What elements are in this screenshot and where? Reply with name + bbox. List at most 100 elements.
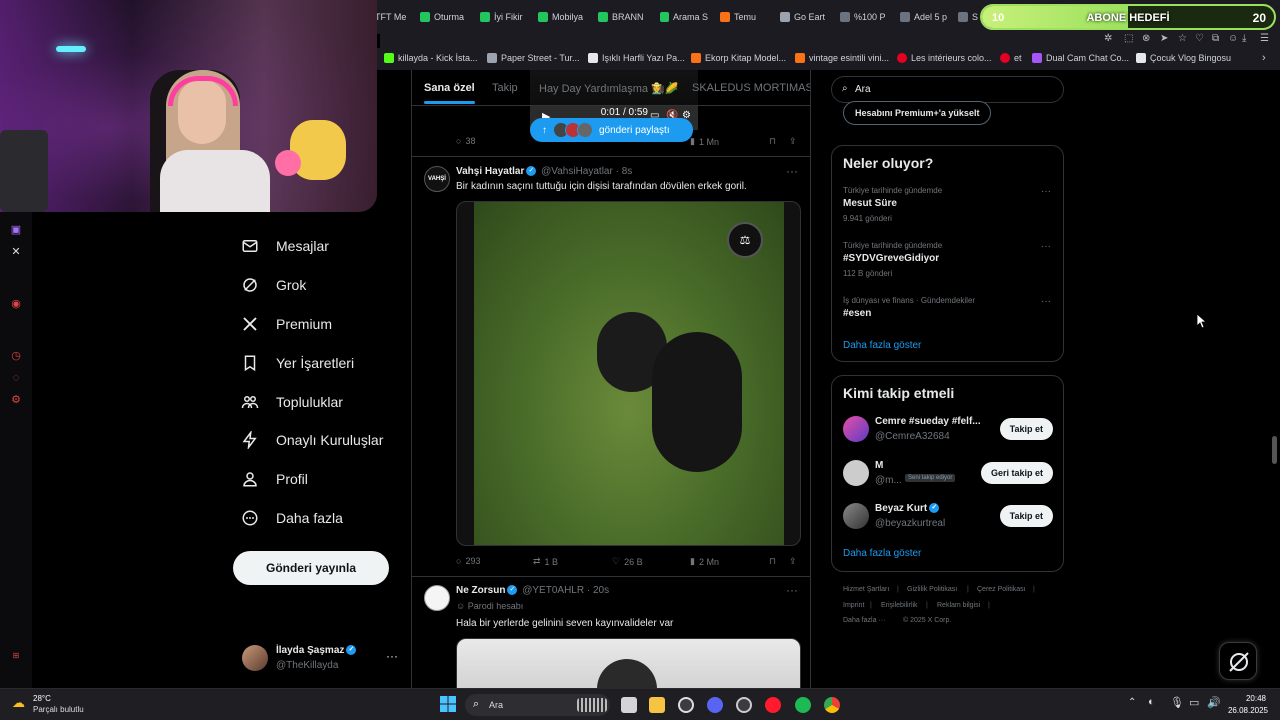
- browser-tab[interactable]: Mobilya: [538, 8, 586, 26]
- taskbar-search[interactable]: ⌕ Ara: [465, 694, 610, 716]
- twitch-icon[interactable]: ▣: [10, 224, 22, 236]
- more-dots-icon[interactable]: ···: [1041, 186, 1051, 197]
- bookmark-item[interactable]: Paper Street - Tur...: [487, 53, 580, 63]
- clock-time[interactable]: 20:48: [1236, 694, 1266, 703]
- show-more-link[interactable]: Daha fazla göster: [843, 548, 921, 559]
- show-more-link[interactable]: Daha fazla göster: [843, 340, 921, 351]
- account-switcher[interactable]: İlayda Şaşmaz ✓ @TheKillayda ···: [242, 643, 402, 675]
- footer-link[interactable]: Imprint: [843, 602, 864, 609]
- tab-following[interactable]: Takip: [492, 82, 518, 94]
- bookmark-item[interactable]: et: [1000, 53, 1022, 63]
- screenshot-icon[interactable]: ⬚: [1124, 33, 1133, 44]
- footer-link[interactable]: Reklam bilgisi: [937, 602, 980, 609]
- spotify-icon[interactable]: [795, 697, 811, 713]
- bookmark-item[interactable]: killayda - Kick İsta...: [384, 53, 478, 63]
- grid-icon[interactable]: ⊞: [10, 650, 22, 662]
- more-dots-icon[interactable]: ···: [786, 164, 798, 178]
- search-input[interactable]: ⌕ Ara: [831, 76, 1064, 103]
- chrome-icon[interactable]: [824, 697, 840, 713]
- footer-link[interactable]: Erişilebilirlik: [881, 602, 918, 609]
- file-explorer-icon[interactable]: [649, 697, 665, 713]
- network-icon[interactable]: ◐: [1148, 696, 1155, 708]
- page-scrollbar[interactable]: [1272, 436, 1277, 464]
- browser-tab[interactable]: Arama S: [660, 8, 708, 26]
- tab-skaledus[interactable]: SKALEDUS MORTIMAS: [692, 82, 810, 94]
- settings-gear-icon[interactable]: [678, 697, 694, 713]
- follow-button[interactable]: Takip et: [999, 505, 1053, 527]
- menu-icon[interactable]: ☰: [1260, 33, 1269, 44]
- record-icon[interactable]: ◉: [10, 298, 22, 310]
- settings-gear-icon[interactable]: ⚙: [10, 394, 22, 406]
- chat-icon[interactable]: ◌: [10, 372, 22, 384]
- bookmark-button[interactable]: ⊓: [769, 136, 776, 147]
- views-button[interactable]: ▮ 2 Mn: [690, 556, 719, 567]
- opera-icon[interactable]: [765, 697, 781, 713]
- browser-tab[interactable]: İyi Fikir: [480, 8, 528, 26]
- windows-start-icon[interactable]: [440, 696, 456, 712]
- premium-upgrade-button[interactable]: Hesabını Premium+'a yükselt: [843, 101, 992, 125]
- sidebar-item-bookmarks[interactable]: Yer İşaretleri: [240, 349, 354, 377]
- tweet-image[interactable]: [456, 638, 801, 688]
- puzzle-icon[interactable]: ⧉: [1212, 33, 1219, 44]
- like-button[interactable]: ♡ 26 B: [612, 556, 643, 567]
- sidebar-item-messages[interactable]: Mesajlar: [240, 232, 329, 260]
- footer-link[interactable]: Gizlilik Politikası: [907, 586, 957, 593]
- bookmark-item[interactable]: Les intérieurs colo...: [897, 53, 992, 63]
- microphone-icon[interactable]: 🎙: [1170, 696, 1184, 709]
- avatar[interactable]: VAHŞİ: [424, 166, 450, 192]
- more-dots-icon[interactable]: ···: [1041, 296, 1051, 307]
- bookmark-item[interactable]: vintage esintili vini...: [795, 53, 889, 63]
- send-icon[interactable]: ➤: [1160, 33, 1168, 44]
- bookmark-button[interactable]: ⊓: [769, 556, 776, 567]
- profile-icon[interactable]: ☺: [1228, 33, 1238, 44]
- close-circle-icon[interactable]: ⊗: [1142, 33, 1150, 44]
- x-logo-icon[interactable]: ✕: [10, 246, 22, 258]
- tweet-author-handle[interactable]: @YET0AHLR · 20s: [522, 585, 609, 596]
- footer-link[interactable]: Çerez Politikası: [977, 586, 1026, 593]
- bookmark-star-icon[interactable]: ☆: [1178, 33, 1187, 44]
- volume-icon[interactable]: 🔊: [1207, 696, 1221, 709]
- tweet-video[interactable]: ⚖: [456, 201, 801, 546]
- browser-tab[interactable]: %100 P: [840, 8, 888, 26]
- browser-tab[interactable]: Temu: [720, 8, 768, 26]
- repost-button[interactable]: ⇄ 1 B: [533, 556, 558, 567]
- heart-icon[interactable]: ♡: [1195, 33, 1204, 44]
- tweet-author-name[interactable]: Ne Zorsun: [456, 585, 505, 596]
- tweet-author-name[interactable]: Vahşi Hayatlar: [456, 166, 524, 177]
- tab-hay-day[interactable]: Hay Day Yardımlaşma 👩‍🌾🌽: [539, 82, 678, 95]
- download-icon[interactable]: ⤓: [1242, 33, 1246, 44]
- display-icon[interactable]: ▭: [1189, 696, 1199, 709]
- clock-date[interactable]: 26.08.2025: [1220, 706, 1268, 715]
- browser-tab[interactable]: BRANN: [598, 8, 646, 26]
- sidebar-item-more[interactable]: Daha fazla: [240, 504, 343, 532]
- tab-for-you[interactable]: Sana özel: [424, 82, 475, 104]
- extension-icon[interactable]: ✲: [1104, 33, 1112, 44]
- reply-button[interactable]: ○ 38: [456, 136, 475, 146]
- browser-tab[interactable]: Go Eart: [780, 8, 828, 26]
- follow-button[interactable]: Takip et: [999, 418, 1053, 440]
- more-dots-icon[interactable]: ···: [386, 649, 398, 663]
- clock-icon[interactable]: ◷: [10, 350, 22, 362]
- reply-button[interactable]: ○ 293: [456, 556, 480, 566]
- tweet-author-handle[interactable]: @VahsiHayatlar · 8s: [541, 166, 632, 177]
- grok-floating-button[interactable]: [1219, 642, 1257, 680]
- browser-tab[interactable]: S: [958, 8, 978, 26]
- discord-icon[interactable]: [707, 697, 723, 713]
- views-button[interactable]: ▮ 1 Mn: [690, 136, 719, 147]
- sidebar-item-premium[interactable]: Premium: [240, 310, 332, 338]
- bookmark-item[interactable]: Ekorp Kitap Model...: [691, 53, 786, 63]
- sidebar-item-grok[interactable]: Grok: [240, 271, 306, 299]
- obs-icon[interactable]: [736, 697, 752, 713]
- task-view-icon[interactable]: [621, 697, 637, 713]
- sidebar-item-communities[interactable]: Topluluklar: [240, 388, 343, 416]
- post-button[interactable]: Gönderi yayınla: [233, 551, 389, 585]
- browser-tab[interactable]: Oturma: [420, 8, 468, 26]
- chevron-up-icon[interactable]: ⌃: [1128, 697, 1136, 708]
- avatar[interactable]: [424, 585, 450, 611]
- sidebar-item-profile[interactable]: Profil: [240, 465, 308, 493]
- browser-tab[interactable]: TFT Me: [375, 8, 415, 26]
- chevron-right-icon[interactable]: ›: [1262, 52, 1266, 64]
- more-dots-icon[interactable]: ···: [786, 583, 798, 597]
- bookmark-item[interactable]: Çocuk Vlog Bingosu: [1136, 53, 1231, 63]
- follow-back-button[interactable]: Geri takip et: [980, 462, 1053, 484]
